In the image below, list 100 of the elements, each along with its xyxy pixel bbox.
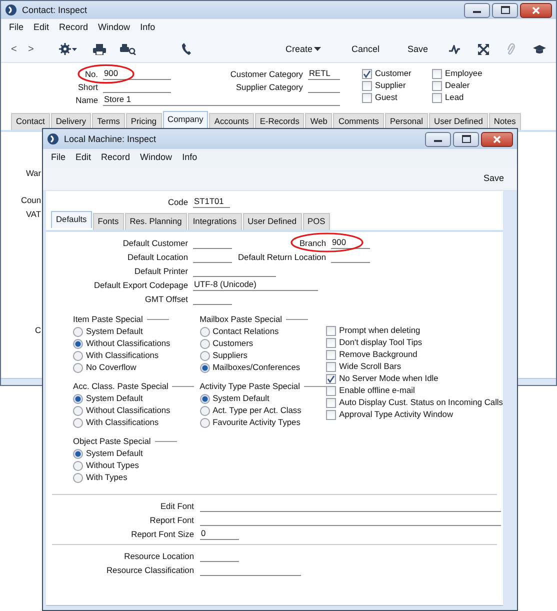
maximize-button[interactable] [492,2,518,18]
close-button[interactable] [520,2,552,18]
radio-button[interactable]: Without Classifications [73,405,200,416]
save-button[interactable]: Save [480,172,507,184]
expand-icon[interactable] [478,44,489,54]
tab[interactable]: Company [162,111,208,128]
menu-item[interactable]: Window [140,152,172,162]
text-field[interactable]: Store 1 [103,94,340,106]
field-label: Default Location [126,251,188,263]
tab[interactable]: Defaults [51,211,92,228]
radio-button[interactable]: Without Types [73,460,200,471]
field-label: Supplier Category [234,81,303,93]
checkbox[interactable]: Wide Scroll Bars [326,361,503,372]
radio-button[interactable]: With Classifications [73,350,200,361]
field-label: Code [166,196,188,208]
radio-button[interactable]: System Default [200,393,326,404]
nav-button[interactable]: < [11,44,28,54]
minimize-button[interactable] [464,2,490,18]
checkbox[interactable]: Enable offline e-mail [326,385,503,396]
menu-item[interactable]: Record [59,22,88,32]
checkbox[interactable]: Employee [432,68,502,79]
checkbox[interactable]: No Server Mode when Idle [326,373,503,384]
menu-item[interactable]: Edit [34,22,50,32]
radio-button[interactable]: With Classifications [73,417,200,428]
checkbox[interactable]: Supplier [362,80,432,91]
printer-icon[interactable] [93,44,106,54]
checkbox[interactable]: Prompt when deleting [326,325,503,336]
field-label: Default Printer [133,265,188,277]
checkbox[interactable]: Customer [362,68,432,79]
field-label: VAT [26,209,41,219]
minimize-button[interactable] [425,132,451,146]
field-label: C [34,325,41,335]
radio-button[interactable]: Without Classifications [73,338,200,349]
checkbox[interactable]: Don't display Tool Tips [326,337,503,348]
tab[interactable]: POS [302,213,330,230]
text-field[interactable]: 0 [200,528,239,540]
app-logo-icon [5,4,17,16]
create-button[interactable]: Create [282,43,324,55]
checkmark-icon [363,70,371,78]
menu-item[interactable]: Info [140,22,156,32]
window-title: Contact: Inspect [22,5,88,15]
radio-button[interactable]: Act. Type per Act. Class [200,405,326,416]
nav-button[interactable]: > [28,44,45,54]
menu-item[interactable]: Record [101,152,130,162]
text-field[interactable]: UTF-8 (Unicode) [193,279,318,291]
group-title: Acc. Class. Paste Special [73,380,168,392]
menu-item[interactable]: File [9,22,24,32]
radio-button[interactable]: With Types [73,472,200,483]
menu-item[interactable]: Edit [76,152,92,162]
phone-icon[interactable] [182,43,191,55]
close-button[interactable] [481,132,513,146]
tab[interactable]: Contact [11,113,50,130]
radio-button[interactable]: System Default [73,393,200,404]
field-label: Default Return Location [237,251,326,263]
checkbox[interactable]: Remove Background [326,349,503,360]
field-label: Default Customer [122,237,188,249]
radio-button[interactable]: Favourite Activity Types [200,417,326,428]
maximize-button[interactable] [453,132,479,146]
menu-item[interactable]: Window [98,22,130,32]
app-logo-icon [47,133,59,145]
field-label: GMT Offset [144,293,188,305]
checkbox[interactable]: Approval Type Activity Window [326,409,503,420]
radio-button[interactable]: Suppliers [200,350,326,361]
paperclip-icon[interactable] [507,43,515,55]
tab[interactable]: Res. Planning [124,213,187,230]
text-field[interactable]: ST1T01 [193,196,230,208]
radio-button[interactable]: Contact Relations [200,326,326,337]
menu-item[interactable]: File [51,152,66,162]
tab[interactable]: Integrations [188,213,242,230]
tab[interactable]: User Defined [242,213,302,230]
field-label: Edit Font [160,500,194,512]
text-field[interactable]: 900 [103,68,171,80]
group-title: Item Paste Special [73,313,143,325]
radio-button[interactable]: System Default [73,326,200,337]
checkbox[interactable]: Guest [362,92,432,103]
checkbox[interactable]: Auto Display Cust. Status on Incoming Calls [326,397,503,408]
field-label: Customer Category [229,68,303,80]
menu-item[interactable]: Info [182,152,198,162]
radio-button[interactable]: Mailboxes/Conferences [200,362,326,373]
tab[interactable]: Fonts [92,213,124,230]
print-preview-icon[interactable] [120,44,136,54]
checkbox[interactable]: Dealer [432,80,502,91]
checkbox[interactable]: Lead [432,92,502,103]
pulse-icon[interactable] [449,44,460,54]
checkmark-icon [327,374,336,382]
group-title: Activity Type Paste Special [200,380,300,392]
radio-button[interactable]: No Coverflow [73,362,200,373]
radio-button[interactable]: Customers [200,338,326,349]
radio-button[interactable]: System Default [73,448,200,459]
cancel-button[interactable]: Cancel [348,43,382,55]
field-label: No. [84,68,98,80]
field-label: Resource Classification [106,564,194,576]
graduation-cap-icon[interactable] [533,44,546,54]
text-field[interactable]: RETL [308,68,340,80]
text-field[interactable]: 900 [331,237,370,249]
field-label: Resource Location [124,550,194,562]
settings-icon[interactable] [59,43,79,55]
close-icon [532,6,540,14]
save-button[interactable]: Save [404,43,431,55]
field-label: Branch [298,237,326,249]
